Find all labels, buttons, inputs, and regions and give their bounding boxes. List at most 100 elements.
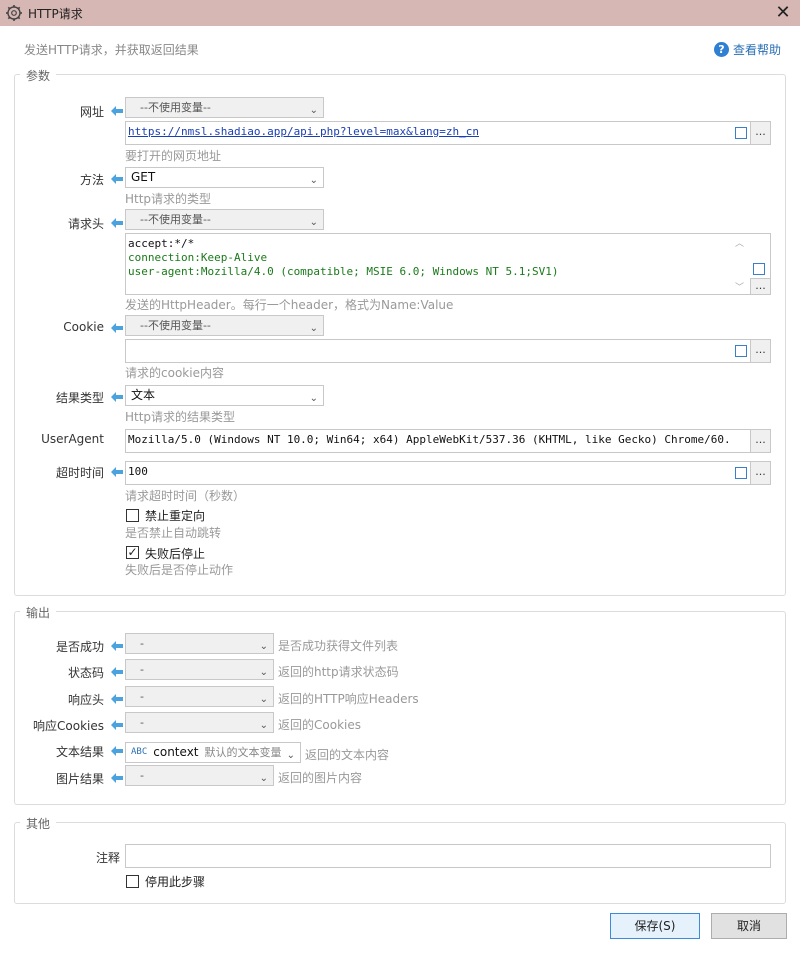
output-variable-select[interactable]: ABC context 默认的文本变量 ⌄ — [125, 742, 301, 763]
output-hint: 返回的HTTP响应Headers — [278, 692, 419, 706]
save-button[interactable]: 保存(S) — [610, 913, 700, 939]
output-variable-name: context — [153, 745, 199, 759]
timeout-label: 超时时间 — [55, 466, 104, 480]
output-label: 是否成功 — [55, 640, 104, 654]
variable-arrow-icon[interactable] — [110, 322, 124, 334]
method-hint: Http请求的类型 — [125, 192, 212, 206]
headers-more-button[interactable]: ... — [750, 278, 770, 294]
headers-label: 请求头 — [67, 217, 104, 231]
chevron-down-icon: ⌄ — [259, 667, 268, 678]
output-variable-select[interactable]: - ⌄ — [125, 686, 274, 707]
output-hint: 返回的图片内容 — [278, 771, 363, 785]
output-variable-select[interactable]: - ⌄ — [125, 712, 274, 733]
stop-on-fail-checkbox[interactable]: ✓ — [126, 546, 139, 559]
cookie-variable-select[interactable]: --不使用变量-- ⌄ — [125, 315, 324, 336]
scroll-down-icon[interactable]: ﹀ — [735, 280, 744, 293]
result-type-hint: Http请求的结果类型 — [125, 410, 236, 424]
no-redirect-checkbox[interactable] — [126, 509, 139, 522]
variable-arrow-icon[interactable] — [110, 772, 124, 784]
variable-arrow-icon[interactable] — [110, 745, 124, 757]
headers-hint: 发送的HttpHeader。每行一个header，格式为Name:Value — [125, 298, 454, 312]
variable-arrow-icon[interactable] — [110, 391, 124, 403]
output-hint: 返回的http请求状态码 — [278, 665, 399, 679]
url-label: 网址 — [79, 105, 104, 119]
output-variable-desc: 默认的文本变量 — [204, 746, 282, 759]
useragent-value: Mozilla/5.0 (Windows NT 10.0; Win64; x64… — [128, 433, 730, 446]
open-external-icon[interactable] — [753, 263, 765, 275]
variable-arrow-icon[interactable] — [110, 466, 124, 478]
url-more-button[interactable]: ... — [750, 122, 770, 144]
dialog-description: 发送HTTP请求，并获取返回结果 — [24, 43, 199, 57]
output-variable-select[interactable]: - ⌄ — [125, 659, 274, 680]
open-external-icon[interactable] — [735, 345, 747, 357]
chevron-down-icon: ⌄ — [259, 641, 268, 652]
output-hint: 返回的文本内容 — [305, 748, 390, 762]
url-hint: 要打开的网页地址 — [125, 149, 222, 163]
chevron-down-icon: ⌄ — [309, 393, 318, 404]
variable-arrow-icon[interactable] — [110, 217, 124, 229]
cancel-button[interactable]: 取消 — [711, 913, 787, 939]
chevron-down-icon: ⌄ — [259, 694, 268, 705]
header-line: user-agent:Mozilla/4.0 (compatible; MSIE… — [128, 265, 559, 278]
no-redirect-hint: 是否禁止自动跳转 — [125, 526, 222, 540]
gear-icon — [6, 5, 22, 21]
window-title: HTTP请求 — [28, 7, 83, 21]
help-link[interactable]: ? 查看帮助 — [714, 41, 781, 58]
result-type-select[interactable]: 文本 ⌄ — [125, 385, 324, 406]
variable-arrow-icon[interactable] — [110, 693, 124, 705]
timeout-hint: 请求超时时间（秒数） — [125, 489, 246, 503]
output-variable-select[interactable]: - ⌄ — [125, 633, 274, 654]
output-hint: 是否成功获得文件列表 — [278, 639, 399, 653]
output-hint: 返回的Cookies — [278, 718, 361, 732]
note-input[interactable] — [125, 844, 771, 868]
output-label: 图片结果 — [55, 772, 104, 786]
text-variable-icon: ABC — [131, 747, 148, 757]
cookie-more-button[interactable]: ... — [750, 340, 770, 362]
variable-arrow-icon[interactable] — [110, 666, 124, 678]
url-variable-select[interactable]: --不使用变量-- ⌄ — [125, 97, 324, 118]
disable-step-label[interactable]: 停用此步骤 — [145, 873, 205, 890]
method-label: 方法 — [79, 173, 104, 187]
variable-arrow-icon[interactable] — [110, 719, 124, 731]
note-label: 注释 — [95, 851, 120, 865]
headers-textarea[interactable] — [125, 233, 771, 295]
chevron-down-icon: ⌄ — [309, 323, 318, 334]
timeout-more-button[interactable]: ... — [750, 462, 770, 484]
url-value: https://nmsl.shadiao.app/api.php?level=m… — [128, 125, 479, 138]
output-label: 状态码 — [67, 666, 104, 680]
open-external-icon[interactable] — [735, 467, 747, 479]
stop-on-fail-label[interactable]: 失败后停止 — [145, 545, 205, 562]
params-group-title: 参数 — [20, 67, 57, 84]
variable-arrow-icon[interactable] — [110, 105, 124, 117]
title-bar — [0, 0, 800, 26]
output-label: 响应Cookies — [33, 719, 104, 733]
method-select[interactable]: GET ⌄ — [125, 167, 324, 188]
help-label: 查看帮助 — [733, 43, 782, 57]
variable-arrow-icon[interactable] — [110, 173, 124, 185]
output-label: 文本结果 — [55, 745, 104, 759]
variable-arrow-icon[interactable] — [110, 640, 124, 652]
no-redirect-label[interactable]: 禁止重定向 — [145, 507, 205, 524]
chevron-down-icon: ⌄ — [309, 175, 318, 186]
output-variable-select[interactable]: - ⌄ — [125, 765, 274, 786]
chevron-down-icon: ⌄ — [309, 105, 318, 116]
cookie-input[interactable] — [125, 339, 771, 363]
chevron-down-icon: ⌄ — [259, 720, 268, 731]
cookie-hint: 请求的cookie内容 — [125, 366, 224, 380]
disable-step-checkbox[interactable] — [126, 875, 139, 888]
open-external-icon[interactable] — [735, 127, 747, 139]
other-group-title: 其他 — [20, 815, 57, 832]
useragent-more-button[interactable]: ... — [750, 430, 770, 452]
headers-variable-select[interactable]: --不使用变量-- ⌄ — [125, 209, 324, 230]
scroll-up-icon[interactable]: ︿ — [735, 236, 744, 249]
close-button[interactable]: ✕ — [772, 2, 794, 24]
timeout-input[interactable] — [125, 461, 771, 485]
cookie-label: Cookie — [63, 320, 104, 334]
useragent-label: UserAgent — [41, 432, 104, 446]
chevron-down-icon: ⌄ — [286, 750, 295, 761]
help-icon: ? — [714, 42, 729, 57]
chevron-down-icon: ⌄ — [259, 773, 268, 784]
output-group-title: 输出 — [20, 604, 57, 621]
header-line: connection:Keep-Alive — [128, 251, 268, 264]
stop-on-fail-hint: 失败后是否停止动作 — [125, 563, 234, 577]
